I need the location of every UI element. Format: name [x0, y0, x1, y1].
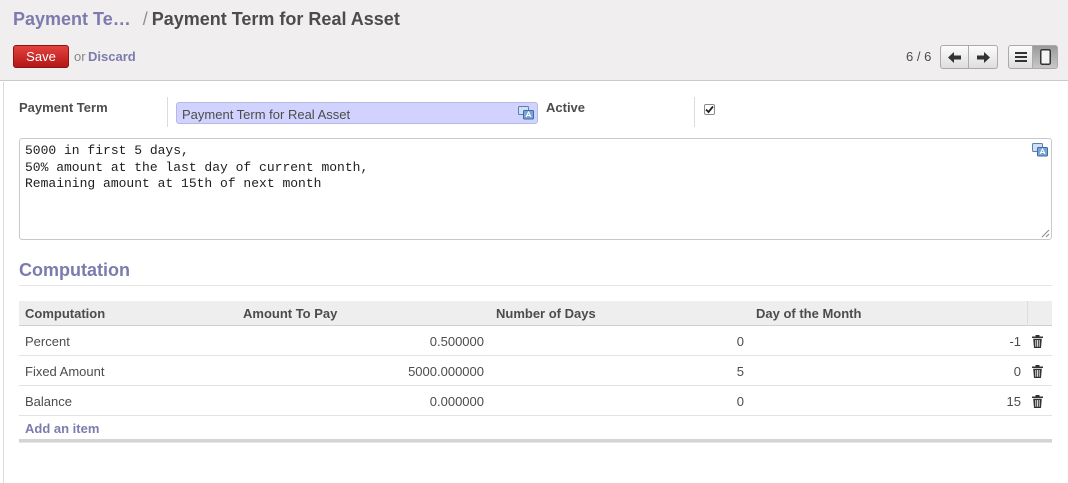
cell-amount-to-pay: 5000.000000	[408, 364, 484, 379]
cell-computation: Fixed Amount	[25, 364, 105, 379]
table-row[interactable]: Percent 0.500000 0 -1	[19, 326, 1052, 356]
list-view-button[interactable]	[1008, 45, 1033, 69]
table-row[interactable]: Fixed Amount 5000.000000 5 0	[19, 356, 1052, 386]
cell-number-of-days: 0	[736, 394, 744, 409]
cell-day-of-month: 0	[1013, 364, 1021, 379]
cell-amount-to-pay: 0.000000	[429, 394, 484, 409]
or-text: or	[74, 49, 86, 64]
breadcrumb-parent-link[interactable]: Payment Te…	[13, 9, 131, 29]
cell-computation: Balance	[25, 394, 72, 409]
arrow-right-icon	[976, 51, 990, 63]
translate-icon[interactable]	[518, 106, 534, 120]
add-item-row: Add an item	[19, 416, 1052, 442]
field-separator	[694, 97, 695, 127]
checkmark-icon	[705, 105, 714, 114]
table-footer	[19, 442, 1052, 446]
payment-term-label: Payment Term	[19, 100, 108, 115]
pager-value: 6 / 6	[906, 49, 932, 64]
translate-icon[interactable]	[1032, 143, 1048, 157]
form-view-icon	[1039, 49, 1051, 65]
cell-number-of-days: 5	[736, 364, 744, 379]
breadcrumb-separator: /	[142, 9, 148, 29]
column-header-number-of-days[interactable]: Number of Days	[496, 306, 596, 321]
discard-button[interactable]: Discard	[88, 49, 136, 64]
description-textarea[interactable]: 5000 in first 5 days, 50% amount at the …	[19, 138, 1052, 240]
column-header-computation[interactable]: Computation	[25, 306, 105, 321]
breadcrumb: Payment Te… / Payment Term for Real Asset	[13, 9, 400, 30]
column-header-amount-to-pay[interactable]: Amount To Pay	[243, 306, 337, 321]
cell-computation: Percent	[25, 334, 70, 349]
arrow-left-icon	[948, 51, 961, 63]
control-panel: Payment Te… / Payment Term for Real Asset …	[0, 0, 1068, 81]
table-header: Computation Amount To Pay Number of Days…	[19, 301, 1052, 326]
table-row[interactable]: Balance 0.000000 0 15	[19, 386, 1052, 416]
active-label: Active	[546, 100, 586, 115]
computation-section-title: Computation	[19, 260, 130, 280]
cell-day-of-month: -1	[1009, 334, 1021, 349]
resize-grip-icon[interactable]	[1041, 229, 1050, 238]
column-header-actions	[1027, 301, 1052, 326]
list-view-icon	[1014, 52, 1027, 62]
form-sheet: Payment Term Active 5000 in first 5 days…	[0, 82, 1068, 483]
pager-next-button[interactable]	[969, 45, 998, 69]
form-view-button[interactable]	[1033, 45, 1058, 69]
trash-icon[interactable]	[1032, 365, 1043, 378]
cell-day-of-month: 15	[1006, 394, 1021, 409]
column-header-day-of-month[interactable]: Day of the Month	[756, 306, 861, 321]
cell-number-of-days: 0	[736, 334, 744, 349]
trash-icon[interactable]	[1032, 395, 1043, 408]
trash-icon[interactable]	[1032, 335, 1043, 348]
computation-table: Computation Amount To Pay Number of Days…	[19, 301, 1052, 446]
payment-term-name-input[interactable]	[176, 102, 538, 124]
breadcrumb-current: Payment Term for Real Asset	[151, 9, 400, 29]
save-button[interactable]: Save	[13, 45, 69, 68]
active-checkbox[interactable]	[704, 104, 715, 115]
pager-previous-button[interactable]	[940, 45, 969, 69]
field-separator	[167, 97, 168, 127]
cell-amount-to-pay: 0.500000	[429, 334, 484, 349]
add-item-link[interactable]: Add an item	[25, 421, 99, 436]
section-divider	[19, 285, 1052, 286]
